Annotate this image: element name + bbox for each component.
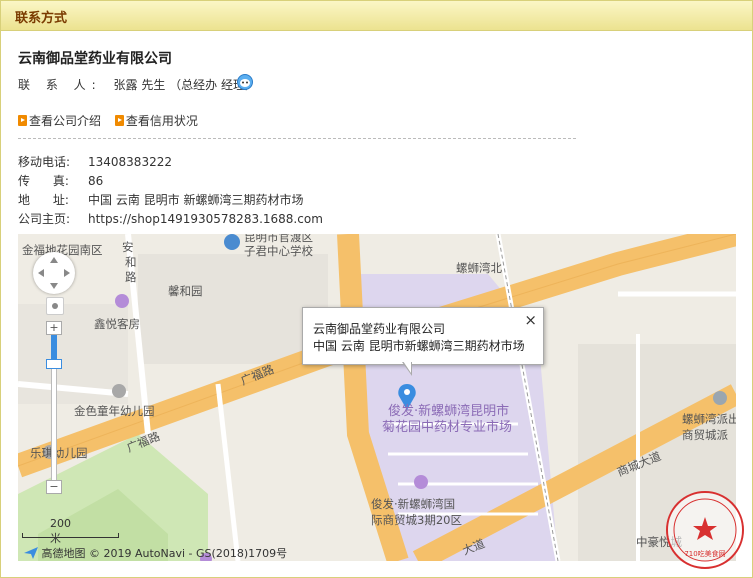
map-copyright: 高德地图 © 2019 AutoNavi - GS(2018)1709号 bbox=[24, 545, 287, 561]
popup-address: 中国 云南 昆明市新螺蛳湾三期药材市场 bbox=[313, 339, 525, 353]
map-label-hotel: 鑫悦客房 bbox=[94, 317, 140, 331]
view-credit-status-label: 查看信用状况 bbox=[125, 114, 198, 128]
divider bbox=[18, 138, 576, 139]
map-label-police2: 商贸城派 bbox=[682, 428, 728, 442]
fax-label: 传 真: bbox=[18, 174, 69, 188]
zoom-out-button[interactable]: − bbox=[46, 480, 62, 494]
fax-row: 传 真: 86 bbox=[18, 172, 103, 189]
map-label-market2: 菊花园中药材专业市场 bbox=[382, 420, 513, 435]
pan-arrows-icon bbox=[38, 257, 70, 289]
mobile-value: 13408383222 bbox=[88, 155, 172, 169]
watermark-stamp: 710吃美食网 bbox=[666, 491, 744, 569]
map-label-xinhe: 馨和园 bbox=[168, 284, 203, 298]
scale-bar bbox=[22, 533, 119, 538]
map-label-police1: 螺蛳湾派出 bbox=[682, 412, 736, 426]
map-label-anhe3: 路 bbox=[125, 270, 137, 284]
homepage-label: 公司主页: bbox=[18, 212, 71, 226]
orange-arrow-icon bbox=[18, 115, 27, 126]
popup-company: 云南御品堂药业有限公司 bbox=[313, 322, 446, 336]
contact-person: 张露 先生 bbox=[113, 78, 166, 92]
view-company-intro-label: 查看公司介绍 bbox=[29, 114, 102, 128]
stamp-text: 710吃美食网 bbox=[684, 550, 726, 558]
copyright-text: 高德地图 © 2019 AutoNavi - GS(2018)1709号 bbox=[41, 547, 288, 560]
map-info-popup: 云南御品堂药业有限公司 中国 云南 昆明市新螺蛳湾三期药材市场 × bbox=[302, 307, 544, 365]
address-label: 地 址: bbox=[18, 193, 69, 207]
map-label-school2: 子君中心学校 bbox=[244, 244, 313, 258]
scale-label: 200 米 bbox=[50, 517, 71, 545]
panel-title: 联系方式 bbox=[15, 11, 68, 26]
map-pan-control[interactable] bbox=[33, 252, 75, 294]
map-locate-button[interactable] bbox=[46, 297, 64, 315]
contact-panel: 联系方式 云南御品堂药业有限公司 联 系 人: 张露 先生 （总经办 经理） 查… bbox=[0, 0, 753, 578]
zoom-in-button[interactable]: + bbox=[46, 321, 62, 335]
amap-logo-icon bbox=[24, 547, 38, 559]
mobile-row: 移动电话: 13408383222 bbox=[18, 153, 172, 170]
panel-header: 联系方式 bbox=[1, 1, 752, 31]
contact-label: 联 系 人: bbox=[18, 78, 102, 92]
company-links: 查看公司介绍 查看信用状况 bbox=[18, 112, 208, 129]
address-value: 中国 云南 昆明市 新螺蛳湾三期药材市场 bbox=[88, 193, 304, 207]
contact-person-row: 联 系 人: 张露 先生 （总经办 经理） bbox=[18, 76, 257, 93]
fax-value: 86 bbox=[88, 174, 104, 188]
homepage-row: 公司主页: https://shop1491930578283.1688.com bbox=[18, 210, 323, 227]
map-label-anhe2: 和 bbox=[125, 255, 137, 269]
zoom-slider-handle[interactable] bbox=[46, 359, 62, 369]
view-company-intro-link[interactable]: 查看公司介绍 bbox=[18, 112, 101, 129]
view-credit-status-link[interactable]: 查看信用状况 bbox=[114, 112, 198, 129]
mobile-label: 移动电话: bbox=[18, 155, 71, 169]
map-label-anhe1: 安 bbox=[122, 240, 134, 254]
orange-arrow-icon bbox=[114, 115, 124, 126]
address-row: 地 址: 中国 云南 昆明市 新螺蛳湾三期药材市场 bbox=[18, 191, 303, 208]
company-name: 云南御品堂药业有限公司 bbox=[18, 51, 172, 67]
map-zoom-control: + − bbox=[46, 321, 62, 494]
map-view[interactable]: 金福地花园南区 安 和 路 昆明市官渡区 子君中心学校 馨和园 鑫悦客房 螺蛳湾… bbox=[18, 234, 736, 561]
map-label-luosi: 螺蛳湾北 bbox=[456, 261, 502, 275]
map-label-junfa1: 俊发·新螺蛳湾国 bbox=[371, 497, 456, 511]
homepage-link[interactable]: https://shop1491930578283.1688.com bbox=[88, 212, 323, 226]
map-label-kinder: 金色童年幼儿园 bbox=[74, 404, 155, 418]
map-label-junfa2: 际商贸城3期20区 bbox=[371, 513, 462, 527]
popup-tail-inner bbox=[403, 361, 411, 373]
popup-close-icon[interactable]: × bbox=[524, 311, 537, 329]
wangwang-chat-icon[interactable] bbox=[237, 74, 253, 90]
